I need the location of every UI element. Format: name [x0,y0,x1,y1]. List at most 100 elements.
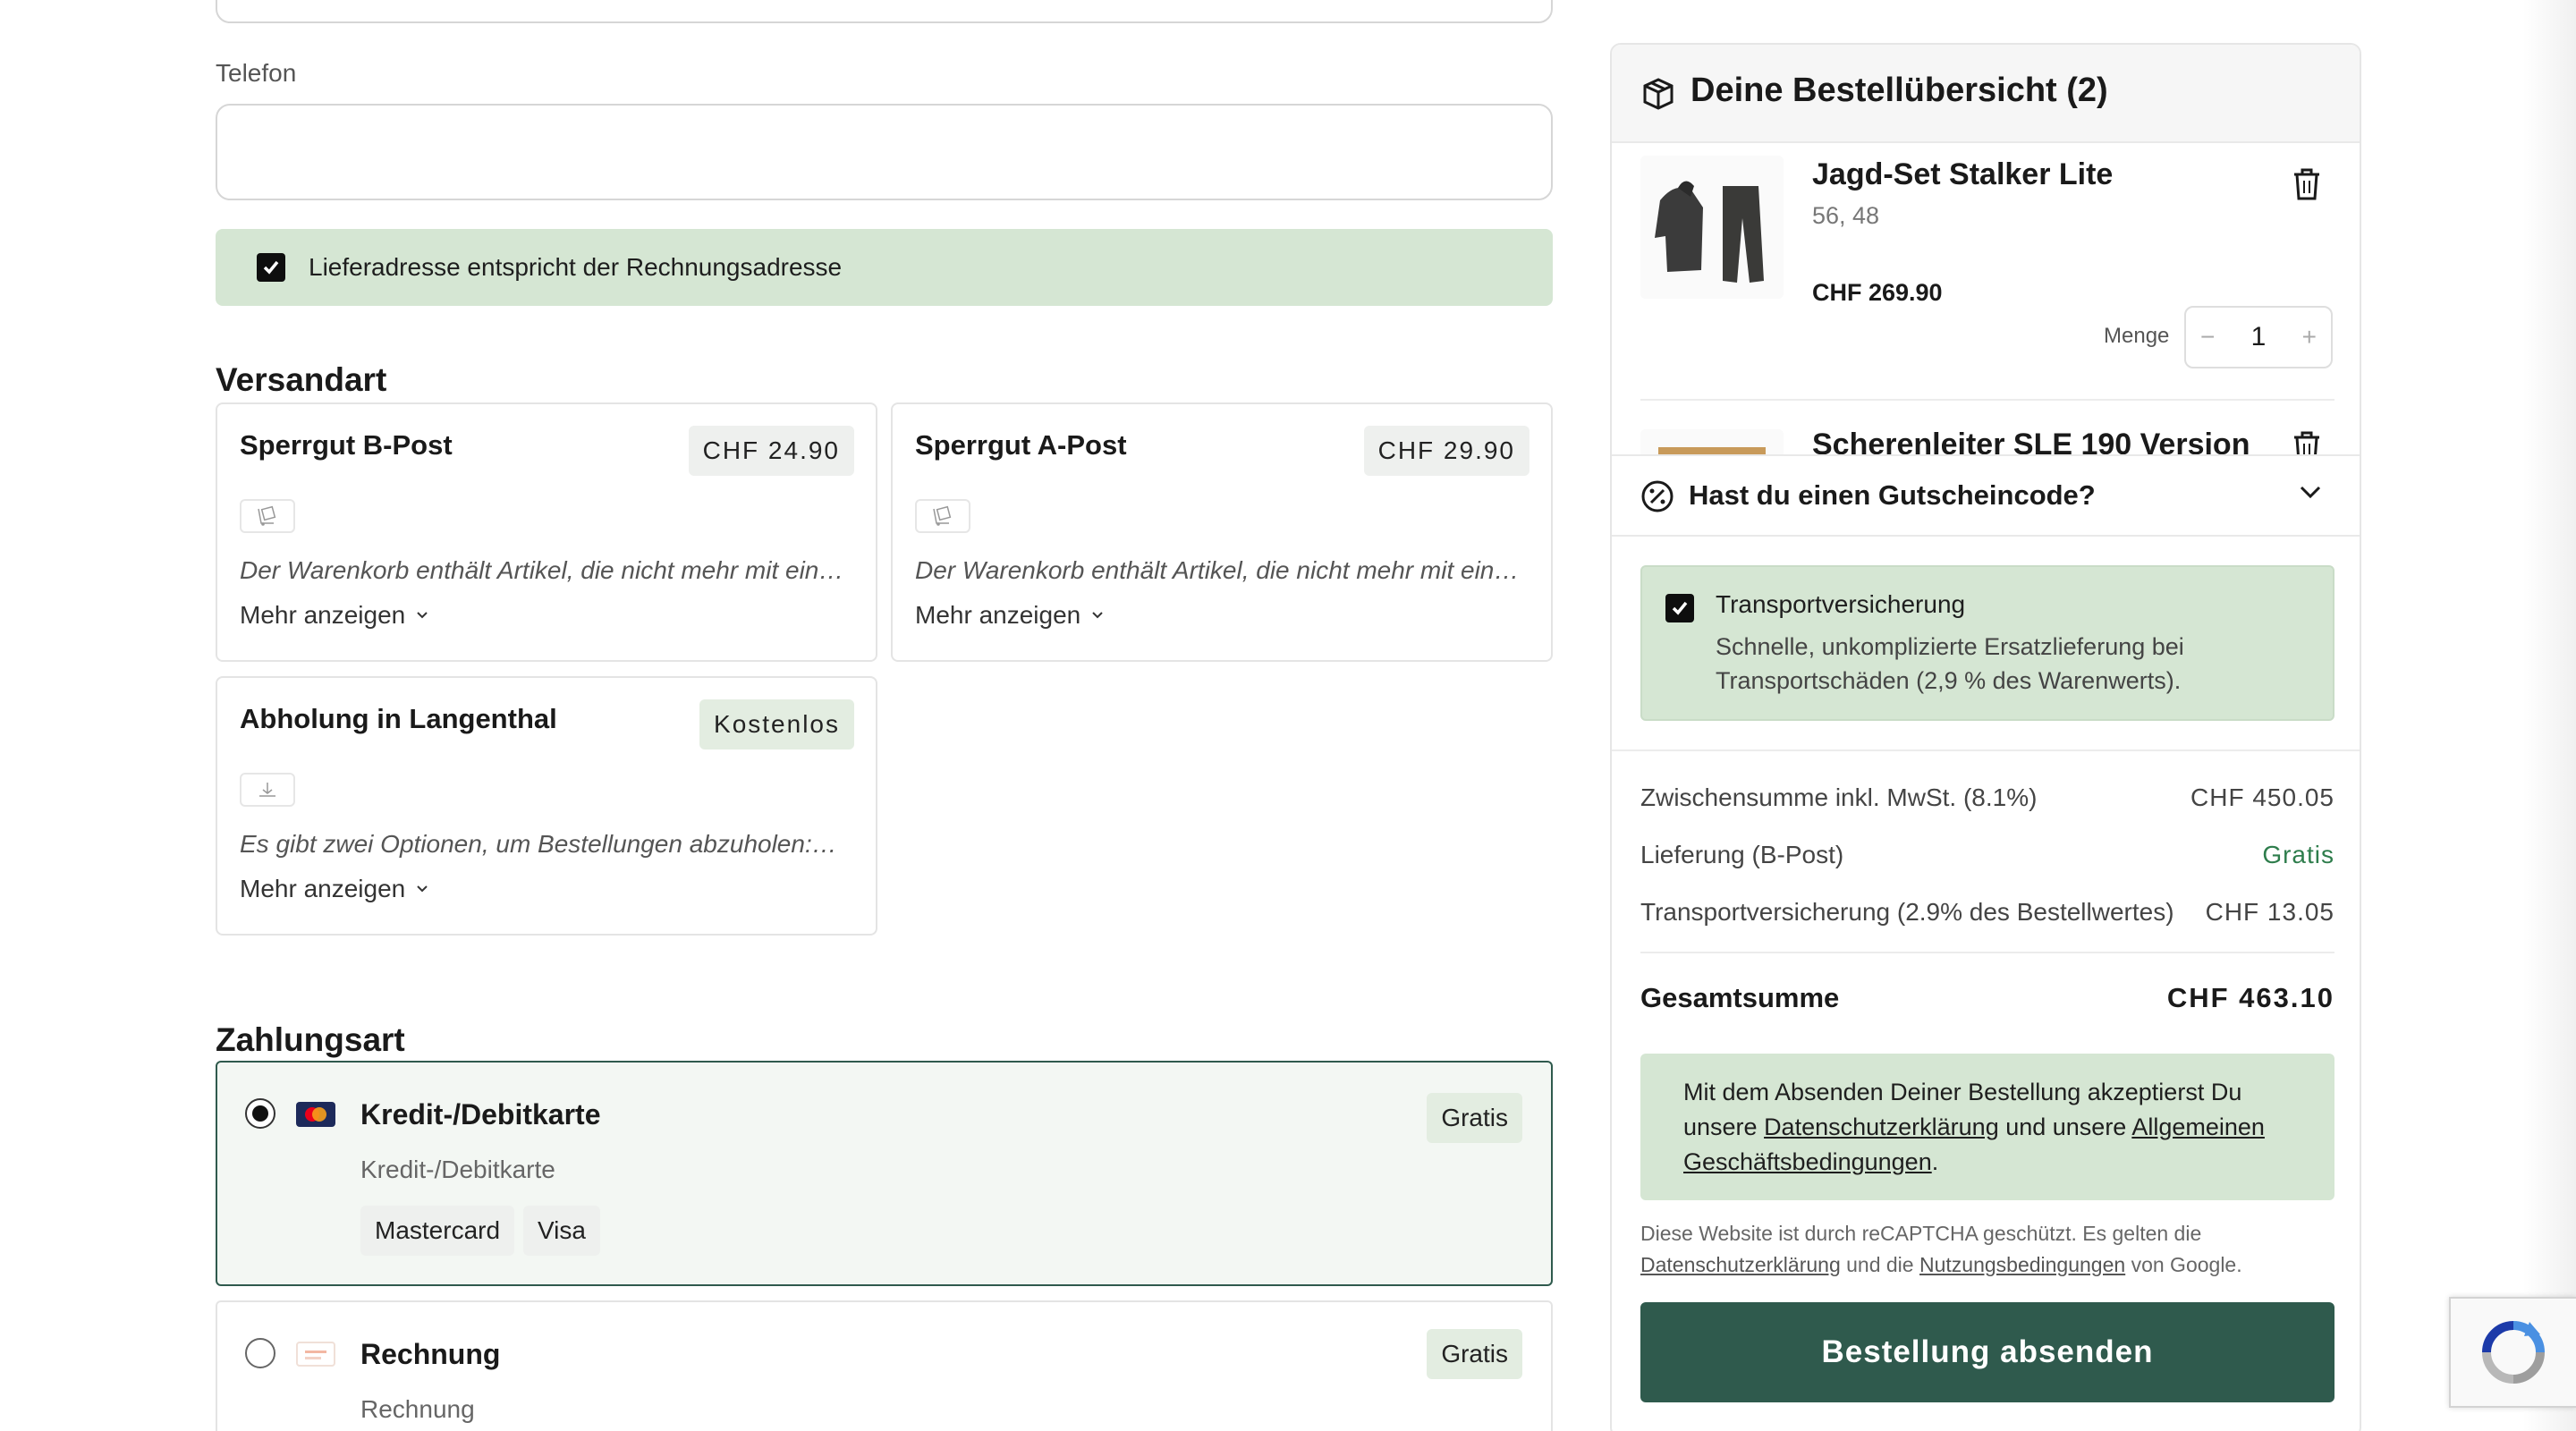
shipping-option-price: Kostenlos [699,699,854,749]
trash-icon[interactable] [2292,429,2322,454]
shipping-option-pickup[interactable]: Abholung in Langenthal Kostenlos Es gibt… [216,676,877,936]
same-address-row[interactable]: Lieferadresse entspricht der Rechnungsad… [216,229,1553,306]
item-divider [1640,399,2334,401]
brand-chip-visa: Visa [523,1206,600,1256]
captcha-text: und die [1840,1253,1919,1276]
captcha-text: Diese Website ist durch reCAPTCHA geschü… [1640,1222,2202,1245]
trash-icon[interactable] [2292,166,2322,207]
chevron-down-icon [417,885,428,893]
payment-option-price: Gratis [1427,1329,1522,1379]
invoice-icon [296,1342,335,1367]
payment-option-subtitle: Rechnung [360,1395,475,1423]
payment-radio[interactable] [245,1338,275,1368]
cart-item-name: Scherenleiter SLE 190 Version 2.0 [1812,428,2250,454]
show-more-label: Mehr anzeigen [240,875,406,902]
quantity-increase-button[interactable]: + [2302,323,2317,351]
same-address-label: Lieferadresse entspricht der Rechnungsad… [309,253,843,281]
cart-item-price: CHF 269.90 [1812,279,1943,306]
legal-notice: Mit dem Absenden Deiner Bestellung akzep… [1640,1054,2334,1200]
shipping-option-name: Abholung in Langenthal [240,703,557,734]
shipping-option-name: Sperrgut B-Post [240,429,453,461]
box-cart-icon [240,499,295,533]
total-label: Gesamtsumme [1640,982,1840,1013]
product-image-ladder[interactable] [1640,429,1784,454]
transport-insurance-option[interactable]: Transportversicherung Schnelle, unkompli… [1640,565,2334,721]
payment-option-subtitle: Kredit-/Debitkarte [360,1156,555,1183]
subtotal-value: CHF 450.05 [2190,783,2334,811]
google-terms-link[interactable]: Nutzungsbedingungen [1919,1253,2125,1276]
coupon-label: Hast du einen Gutscheincode? [1689,479,2096,511]
payment-option-card[interactable]: Rechnung Rechnung Gratis [216,1300,1553,1431]
shipping-option-price: CHF 24.90 [688,426,854,476]
box-cart-icon [915,499,970,533]
show-more-link[interactable]: Mehr anzeigen [240,601,430,630]
submit-order-button[interactable]: Bestellung absenden [1640,1302,2334,1402]
total-value: CHF 463.10 [2166,982,2334,1013]
summary-header: Deine Bestellübersicht (2) [1612,45,2360,143]
payment-radio-selected[interactable] [245,1098,275,1129]
shipping-option-description: Es gibt zwei Optionen, um Bestellungen a… [240,830,837,858]
divider [1640,952,2334,953]
google-privacy-link[interactable]: Datenschutzerklärung [1640,1253,1841,1276]
checkmark-icon [1672,601,1688,615]
quantity-decrease-button[interactable]: − [2200,323,2215,351]
payment-option-price: Gratis [1427,1093,1522,1143]
recaptcha-badge[interactable] [2449,1297,2576,1408]
legal-text: und unsere [1998,1113,2132,1140]
delivery-label: Lieferung (B-Post) [1640,841,1844,868]
show-more-link[interactable]: Mehr anzeigen [915,601,1106,630]
show-more-label: Mehr anzeigen [240,601,406,629]
summary-title: Deine Bestellübersicht (2) [1690,72,2108,109]
cart-item-name: Jagd-Set Stalker Lite [1812,157,2114,191]
shipping-title: Versandart [216,361,387,398]
show-more-label: Mehr anzeigen [915,601,1081,629]
payment-option-name: Rechnung [360,1338,501,1370]
privacy-policy-link[interactable]: Datenschutzerklärung [1764,1113,1999,1140]
show-more-link[interactable]: Mehr anzeigen [240,875,430,903]
payment-option-name: Kredit-/Debitkarte [360,1098,601,1130]
insurance-checkbox[interactable] [1665,594,1694,622]
quantity-value[interactable]: 1 [2251,322,2267,352]
insurance-description: Schnelle, unkomplizierte Ersatzlieferung… [1716,633,2184,694]
delivery-row: Lieferung (B-Post) Gratis [1640,841,2334,869]
package-icon [1642,77,1674,115]
cart-item-variant: 56, 48 [1812,202,1880,229]
quantity-stepper: − 1 + [2184,306,2333,368]
delivery-value: Gratis [2262,841,2334,868]
order-summary: Deine Bestellübersicht (2) Jagd-Set Stal… [1610,43,2361,1431]
checkmark-icon [263,260,279,275]
shipping-option-price: CHF 29.90 [1363,426,1530,476]
recaptcha-icon [2482,1321,2545,1384]
previous-input-field[interactable] [216,0,1553,23]
payment-option-card[interactable]: Kredit-/Debitkarte Kredit-/Debitkarte Gr… [216,1061,1553,1286]
phone-label: Telefon [216,59,297,87]
insurance-title: Transportversicherung [1716,590,1966,618]
shipping-option-b-post[interactable]: Sperrgut B-Post CHF 24.90 Der Warenkorb … [216,402,877,662]
legal-text: . [1931,1148,1939,1175]
phone-input[interactable] [216,104,1553,200]
total-row: Gesamtsumme CHF 463.10 [1640,982,2334,1014]
page-edge-shadow [2522,0,2576,1431]
same-address-checkbox[interactable] [257,253,285,282]
shipping-option-name: Sperrgut A-Post [915,429,1127,461]
shipping-option-description: Der Warenkorb enthält Artikel, die nicht… [915,556,1532,584]
chevron-down-icon [417,612,428,619]
recaptcha-notice: Diese Website ist durch reCAPTCHA geschü… [1640,1218,2334,1281]
quantity-label: Menge [2104,324,2170,348]
subtotal-row: Zwischensumme inkl. MwSt. (8.1%) CHF 450… [1640,783,2334,812]
insurance-fee-label: Transportversicherung (2.9% des Bestellw… [1640,898,2174,926]
captcha-text: von Google. [2125,1253,2242,1276]
insurance-fee-value: CHF 13.05 [2205,898,2334,926]
cart-items-list: Jagd-Set Stalker Lite 56, 48 CHF 269.90 … [1612,143,2360,454]
product-image-hunting-set[interactable] [1640,156,1784,299]
pickup-icon [240,773,295,807]
coupon-toggle[interactable]: Hast du einen Gutscheincode? [1612,454,2360,537]
shipping-option-a-post[interactable]: Sperrgut A-Post CHF 29.90 Der Warenkorb … [891,402,1553,662]
chevron-down-icon [1092,612,1103,619]
percent-badge-icon [1640,479,1674,518]
brand-chip-mastercard: Mastercard [360,1206,515,1256]
shipping-option-description: Der Warenkorb enthält Artikel, die nicht… [240,556,857,584]
subtotal-label: Zwischensumme inkl. MwSt. (8.1%) [1640,783,2038,811]
mastercard-icon [296,1102,335,1127]
chevron-down-icon [2297,483,2324,505]
